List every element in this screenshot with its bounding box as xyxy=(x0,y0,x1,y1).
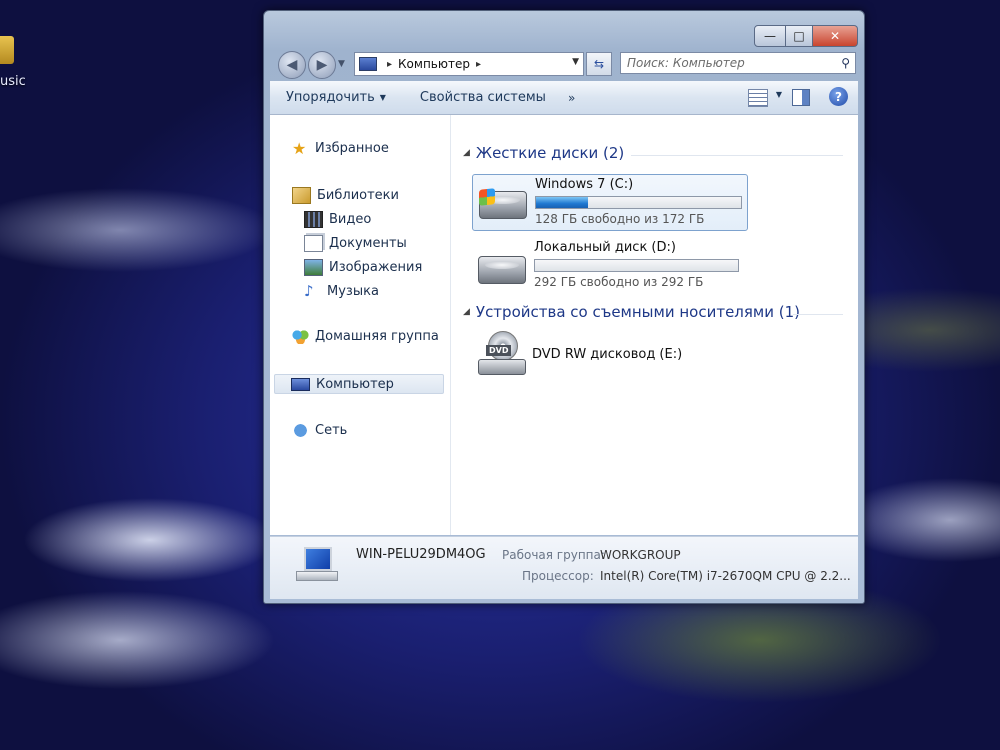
nav-item-images[interactable]: Изображения xyxy=(304,259,422,276)
content-area: ★ Избранное Библиотеки Видео Документы Из… xyxy=(270,115,858,535)
folder-icon[interactable] xyxy=(0,36,14,64)
music-icon: ♪ xyxy=(304,282,314,300)
forward-arrow-icon: ▶ xyxy=(316,57,328,73)
nav-item-video[interactable]: Видео xyxy=(304,211,371,228)
system-properties-button[interactable]: Свойства системы xyxy=(420,90,546,105)
workgroup-label: Рабочая группа: xyxy=(502,548,605,562)
caption-buttons: — □ ✕ xyxy=(754,25,858,47)
video-icon xyxy=(304,211,323,228)
back-arrow-icon: ◀ xyxy=(286,57,298,73)
drive-tray-icon xyxy=(478,359,526,375)
windows-logo-icon xyxy=(479,188,495,206)
monitor-icon xyxy=(304,547,332,571)
cpu-label: Процессор: xyxy=(522,569,594,583)
drive-name: Windows 7 (C:) xyxy=(535,177,634,192)
drive-e[interactable]: DVD DVD RW дисковод (E:) xyxy=(472,329,746,379)
command-bar: Упорядочить ▼ Свойства системы » ▼ ? xyxy=(270,81,858,115)
star-icon: ★ xyxy=(292,139,307,158)
preview-pane-icon[interactable] xyxy=(792,89,810,106)
drive-c[interactable]: Windows 7 (C:) 128 ГБ свободно из 172 ГБ xyxy=(472,174,748,231)
drive-free-space: 128 ГБ свободно из 172 ГБ xyxy=(535,212,705,226)
homegroup-icon xyxy=(292,329,309,344)
images-icon xyxy=(304,259,323,276)
search-icon[interactable]: ⚲ xyxy=(841,56,850,70)
collapse-icon: ◢ xyxy=(463,307,470,317)
forward-button[interactable]: ▶ xyxy=(308,51,336,79)
nav-item-music[interactable]: ♪ Музыка xyxy=(304,282,379,300)
search-placeholder: Поиск: Компьютер xyxy=(627,56,745,70)
breadcrumb-separator[interactable]: ▸ xyxy=(387,59,392,70)
group-divider xyxy=(793,314,843,315)
breadcrumb-computer[interactable]: Компьютер xyxy=(398,57,470,71)
details-pane: WIN-PELU29DM4OG Рабочая группа: WORKGROU… xyxy=(270,536,858,599)
computer-icon xyxy=(291,377,310,391)
group-header-hard-disks[interactable]: ◢ Жесткие диски (2) xyxy=(463,144,624,162)
drive-d[interactable]: Локальный диск (D:) 292 ГБ свободно из 2… xyxy=(472,238,746,293)
nav-item-network[interactable]: Сеть xyxy=(292,423,347,438)
nav-label: Компьютер xyxy=(316,376,394,392)
group-header-removable[interactable]: ◢ Устройства со съемными носителями (1) xyxy=(463,303,800,321)
cpu-value: Intel(R) Core(TM) i7-2670QM CPU @ 2.2... xyxy=(600,569,851,583)
organize-label: Упорядочить xyxy=(286,90,375,105)
workgroup-value: WORKGROUP xyxy=(600,548,681,562)
group-divider xyxy=(631,155,843,156)
nav-item-favorites[interactable]: ★ Избранное xyxy=(292,139,389,158)
system-properties-label: Свойства системы xyxy=(419,90,546,105)
explorer-window: — □ ✕ ◀ ▶ ▼ ▸ Компьютер ▸ ▼ ⇆ Поиск: Ком… xyxy=(263,10,865,604)
drive-name: DVD RW дисковод (E:) xyxy=(532,347,683,362)
nav-label: Сеть xyxy=(315,423,348,438)
library-icon xyxy=(292,187,311,204)
desktop-icon-label: usic xyxy=(0,74,26,89)
view-dropdown-icon[interactable]: ▼ xyxy=(776,90,782,99)
computer-icon xyxy=(294,547,338,581)
nav-label: Домашняя группа xyxy=(315,329,439,344)
help-icon[interactable]: ? xyxy=(829,87,848,106)
drive-usage-fill xyxy=(536,197,589,208)
more-commands-button[interactable]: » xyxy=(568,91,575,105)
nav-item-computer[interactable]: Компьютер xyxy=(274,374,444,394)
nav-item-libraries[interactable]: Библиотеки xyxy=(292,187,399,204)
nav-label: Библиотеки xyxy=(317,188,399,203)
group-title: Жесткие диски (2) xyxy=(475,144,625,162)
nav-label: Музыка xyxy=(327,283,379,299)
drive-name: Локальный диск (D:) xyxy=(534,240,676,255)
drive-free-space: 292 ГБ свободно из 292 ГБ xyxy=(534,275,704,289)
refresh-icon: ⇆ xyxy=(593,57,605,71)
laptop-base-icon xyxy=(296,571,338,581)
navigation-bar: ◀ ▶ ▼ ▸ Компьютер ▸ ▼ ⇆ Поиск: Компьютер… xyxy=(272,51,857,79)
maximize-button[interactable]: □ xyxy=(786,25,813,47)
search-input[interactable]: Поиск: Компьютер ⚲ xyxy=(620,52,856,74)
nav-label: Изображения xyxy=(329,260,423,275)
organize-button[interactable]: Упорядочить ▼ xyxy=(286,90,386,105)
back-button[interactable]: ◀ xyxy=(278,51,306,79)
group-title: Устройства со съемными носителями (1) xyxy=(475,303,800,321)
change-view-icon[interactable] xyxy=(748,89,768,107)
nav-label: Видео xyxy=(329,212,372,227)
refresh-button[interactable]: ⇆ xyxy=(586,52,612,76)
navigation-pane: ★ Избранное Библиотеки Видео Документы Из… xyxy=(270,115,451,535)
computer-name: WIN-PELU29DM4OG xyxy=(356,547,486,562)
nav-item-homegroup[interactable]: Домашняя группа xyxy=(292,329,439,344)
collapse-icon: ◢ xyxy=(463,148,470,158)
nav-label: Документы xyxy=(329,236,407,251)
computer-icon xyxy=(359,57,377,71)
recent-pages-dropdown[interactable]: ▼ xyxy=(338,59,345,69)
chevron-down-icon: ▼ xyxy=(379,93,386,102)
network-icon xyxy=(292,423,309,438)
documents-icon xyxy=(304,235,323,252)
drive-usage-bar xyxy=(534,259,739,272)
nav-label: Избранное xyxy=(315,141,389,156)
dvd-drive-icon: DVD xyxy=(478,331,526,375)
address-dropdown-icon[interactable]: ▼ xyxy=(572,57,579,67)
hard-drive-icon xyxy=(478,256,526,284)
breadcrumb-separator[interactable]: ▸ xyxy=(476,59,481,70)
minimize-button[interactable]: — xyxy=(754,25,786,47)
drive-usage-bar xyxy=(535,196,742,209)
drives-view: ◢ Жесткие диски (2) Windows 7 (C:) 128 ГБ… xyxy=(451,115,858,535)
nav-item-documents[interactable]: Документы xyxy=(304,235,407,252)
address-bar[interactable]: ▸ Компьютер ▸ ▼ xyxy=(354,52,584,76)
close-button[interactable]: ✕ xyxy=(813,25,858,47)
dvd-badge: DVD xyxy=(486,345,512,356)
